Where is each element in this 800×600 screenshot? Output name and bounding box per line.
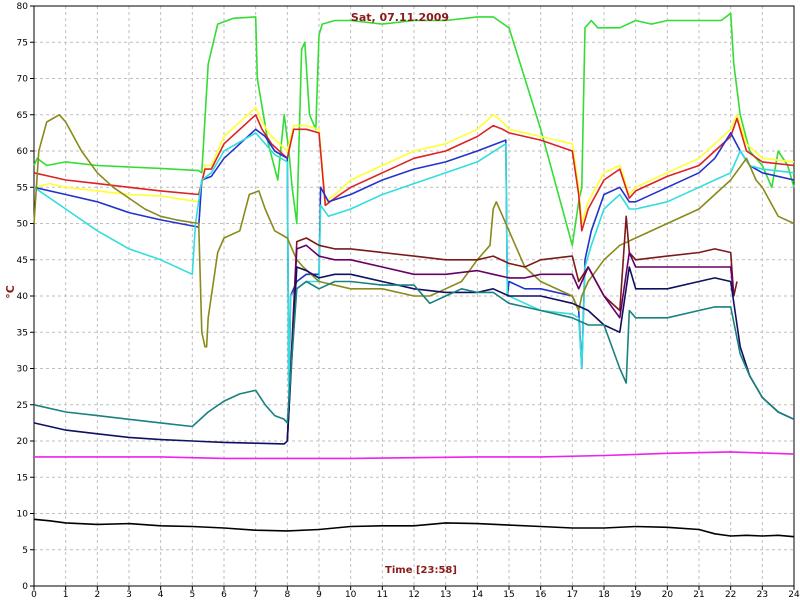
y-axis-label: °C: [4, 285, 17, 299]
series-line-5: [33, 132, 795, 406]
y-tick-label: 65: [17, 111, 28, 121]
y-tick-label: 40: [17, 292, 29, 302]
y-tick-label: 10: [17, 510, 29, 520]
y-tick-label: 60: [17, 147, 29, 157]
x-tick-label: 18: [598, 590, 610, 600]
y-tick-label: 70: [17, 75, 29, 85]
chart-title: Sat, 07.11.2009: [351, 11, 449, 24]
x-tick-label: 10: [345, 590, 357, 600]
x-tick-label: 11: [377, 590, 388, 600]
x-tick-label: 21: [693, 590, 704, 600]
x-tick-label: 23: [757, 590, 768, 600]
y-tick-label: 55: [17, 183, 28, 193]
x-tick-label: 22: [725, 590, 736, 600]
x-tick-label: 12: [408, 590, 419, 600]
y-tick-label: 5: [22, 546, 28, 556]
y-tick-label: 20: [17, 437, 29, 447]
y-tick-label: 80: [17, 2, 29, 12]
y-tick-label: 30: [17, 365, 29, 375]
x-tick-label: 2: [94, 590, 100, 600]
x-tick-label: 0: [31, 590, 37, 600]
x-tick-label: 9: [316, 590, 322, 600]
x-tick-label: 16: [535, 590, 547, 600]
y-tick-label: 75: [17, 38, 28, 48]
x-tick-label: 8: [284, 590, 290, 600]
y-tick-label: 15: [17, 473, 28, 483]
x-tick-label: 24: [788, 590, 800, 600]
line-chart: 0 1 2 3 4 5 6 7 8 9 10 11 12 13 14 15 16 17 18 19 20 21 22 23 24…: [4, 2, 800, 600]
x-tick-label: 1: [63, 590, 69, 600]
x-axis-label: Time [23:58]: [385, 565, 457, 576]
x-tick-label: 3: [126, 590, 132, 600]
axes: [30, 5, 795, 590]
series-line-8: [286, 215, 738, 442]
x-tick-label: 19: [630, 590, 642, 600]
x-tick-label: 20: [662, 590, 674, 600]
tick-labels: 0 1 2 3 4 5 6 7 8 9 10 11 12 13 14 15 16 17 18 19 20 21 22 23 24…: [17, 2, 800, 600]
y-tick-label: 45: [17, 256, 28, 266]
y-tick-label: 35: [17, 328, 28, 338]
x-tick-label: 15: [503, 590, 514, 600]
x-tick-label: 7: [253, 590, 259, 600]
x-tick-label: 5: [189, 590, 195, 600]
x-tick-label: 13: [440, 590, 451, 600]
x-tick-label: 17: [567, 590, 578, 600]
y-tick-label: 25: [17, 401, 28, 411]
x-tick-label: 14: [472, 590, 484, 600]
x-tick-label: 6: [221, 590, 227, 600]
y-tick-label: 0: [22, 582, 28, 592]
y-tick-label: 50: [17, 220, 29, 230]
x-tick-label: 4: [158, 590, 164, 600]
